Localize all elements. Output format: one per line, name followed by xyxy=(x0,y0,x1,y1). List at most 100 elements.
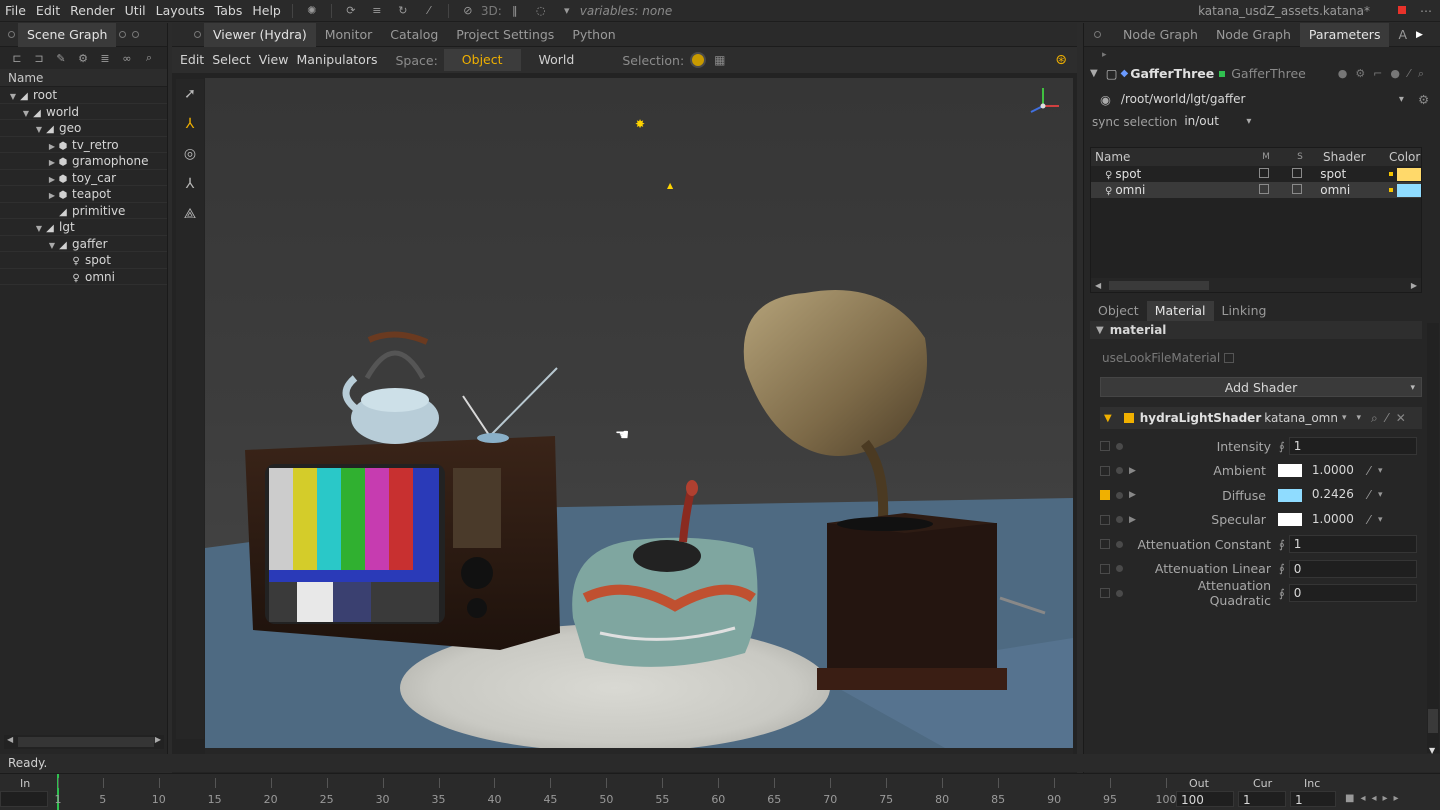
node-header-tools-icon[interactable]: ●⚙⌐●⁄⌕ xyxy=(1338,63,1432,85)
add-shader-button[interactable]: Add Shader ▾ xyxy=(1100,377,1422,397)
render-icon[interactable]: ⊘ xyxy=(459,3,477,19)
chevron-down-icon[interactable]: ▾ xyxy=(1246,111,1251,133)
tree-item-primitive[interactable]: ◢ primitive xyxy=(0,203,167,219)
menu-render[interactable]: Render xyxy=(65,0,120,22)
search-icon[interactable]: ⌕ xyxy=(138,51,160,65)
expand-arrow-icon[interactable]: ▼ xyxy=(21,106,31,123)
chevron-down-icon[interactable]: ▾ xyxy=(558,3,576,19)
mute-checkbox[interactable] xyxy=(1258,168,1269,178)
tab-node-graph-2[interactable]: Node Graph xyxy=(1207,23,1300,47)
tree-item-world[interactable]: ▼ ◢ world xyxy=(0,104,167,123)
expand-arrow-icon[interactable]: ▼ xyxy=(34,122,44,139)
expression-icon[interactable]: ∮ xyxy=(1279,562,1285,575)
param-value-field[interactable]: 1 xyxy=(1288,535,1417,554)
menu-util[interactable]: Util xyxy=(120,0,151,22)
shader-pin-icon[interactable] xyxy=(1123,413,1134,423)
scroll-left-icon[interactable]: ◀ xyxy=(7,735,13,744)
tree-item-tv-retro[interactable]: ▶ ⬢ tv_retro xyxy=(0,137,167,153)
scene-graph-name-header[interactable]: Name xyxy=(0,69,167,87)
scrollbar-thumb[interactable] xyxy=(1428,709,1438,733)
expression-icon[interactable]: ∮ xyxy=(1279,440,1285,453)
scale-tool-icon[interactable]: ⅄ xyxy=(176,169,204,199)
viewer-menu-edit[interactable]: Edit xyxy=(176,47,208,73)
expand-arrow-icon[interactable]: ▶ xyxy=(1129,490,1136,500)
expand-arrow-icon[interactable]: ▶ xyxy=(1129,515,1136,525)
scrollbar-thumb[interactable] xyxy=(1109,280,1210,290)
tab-python[interactable]: Python xyxy=(563,23,624,47)
select-tool-icon[interactable]: ➚ xyxy=(176,79,204,109)
lights-table-scrollbar[interactable]: ◀ ▶ xyxy=(1091,278,1421,292)
pencil-icon[interactable]: ⁄ xyxy=(1368,513,1370,527)
param-value-field[interactable]: 0 xyxy=(1288,584,1417,603)
pin-icon[interactable]: ▸ xyxy=(1084,47,1440,63)
param-pin-icon[interactable] xyxy=(1100,514,1110,525)
parameters-scrollbar[interactable]: ▼ xyxy=(1427,323,1439,755)
light-row-spot[interactable]: ♀ spot spot xyxy=(1091,166,1422,182)
variables-label[interactable]: variables: none xyxy=(580,4,672,18)
light-tool-icon[interactable]: ⟁ xyxy=(176,199,204,229)
viewer-menu-view[interactable]: View xyxy=(255,47,293,73)
tab-scroll-right-icon[interactable]: ▶ xyxy=(1416,30,1423,40)
tree-item-root[interactable]: ▼ ◢ root xyxy=(0,87,167,104)
light-color-swatch[interactable] xyxy=(1397,183,1422,197)
subtab-object[interactable]: Object xyxy=(1090,301,1147,321)
location-path-field[interactable]: /root/world/lgt/gaffer xyxy=(1116,91,1399,109)
teapot-model[interactable] xyxy=(342,331,439,444)
menu-edit[interactable]: Edit xyxy=(31,0,65,22)
tab-scene-graph[interactable]: Scene Graph xyxy=(18,22,117,47)
scroll-right-icon[interactable]: ▶ xyxy=(1411,281,1417,290)
tab-viewer-hydra[interactable]: Viewer (Hydra) xyxy=(204,22,316,47)
scroll-left-icon[interactable]: ◀ xyxy=(1095,281,1101,290)
solo-checkbox[interactable] xyxy=(1292,168,1303,178)
menu-help[interactable]: Help xyxy=(247,0,286,22)
expand-arrow-icon[interactable]: ▼ xyxy=(47,238,57,255)
expression-icon[interactable]: ∮ xyxy=(1279,538,1285,551)
col-solo[interactable]: S xyxy=(1283,152,1317,162)
refresh-icon[interactable]: ⟳ xyxy=(342,3,360,19)
expression-icon[interactable]: ∮ xyxy=(1279,587,1285,600)
node-name[interactable]: GafferThree xyxy=(1130,63,1214,85)
col-shader[interactable]: Shader xyxy=(1317,150,1389,164)
expand-arrow-icon[interactable]: ▼ xyxy=(34,221,44,238)
viewer-lock-icon[interactable]: ⊛ xyxy=(1055,52,1067,68)
more-icon[interactable]: ⋯ xyxy=(1420,0,1432,22)
timeline-ruler[interactable]: 1 5 10 15 20 25 30 35 40 45 50 55 60 65 70 75 80 85 90 95 10… xyxy=(50,774,1177,810)
param-value-field[interactable]: 1.0000 xyxy=(1305,461,1358,480)
node-edit-icon[interactable]: ▢ xyxy=(1106,63,1118,85)
close-icon[interactable] xyxy=(1398,6,1406,14)
scrollbar-thumb[interactable] xyxy=(18,737,154,747)
tab-node-graph-1[interactable]: Node Graph xyxy=(1114,23,1207,47)
light-shader[interactable]: omni xyxy=(1314,183,1385,197)
collapse-arrow-icon[interactable]: ▼ xyxy=(1104,413,1112,424)
playback-controls-icon[interactable]: ■◂◂▸▸ xyxy=(1345,793,1405,804)
shader-dropdown[interactable]: katana_omn xyxy=(1264,411,1338,425)
param-value-field[interactable]: 0.2426 xyxy=(1305,486,1358,505)
tab-float-icon[interactable] xyxy=(119,31,127,38)
param-color-swatch[interactable] xyxy=(1277,488,1302,502)
pencil-icon[interactable]: ⁄ xyxy=(1386,411,1388,425)
tree-item-toy-car[interactable]: ▶ ⬢ toy_car xyxy=(0,170,167,186)
col-name[interactable]: Name xyxy=(1091,150,1249,164)
translate-tool-icon[interactable]: ⅄ xyxy=(176,109,204,139)
param-pin-icon[interactable] xyxy=(1100,539,1110,550)
mute-checkbox[interactable] xyxy=(1258,184,1269,194)
param-pin-icon[interactable] xyxy=(1100,588,1110,599)
expand-icon[interactable]: ⊐ xyxy=(28,52,50,65)
pause-icon[interactable]: ‖ xyxy=(506,3,524,19)
selection-face-icon[interactable]: ▦ xyxy=(714,53,725,67)
space-world-button[interactable]: World xyxy=(521,49,593,71)
col-color[interactable]: Color xyxy=(1389,150,1420,164)
param-pin-icon[interactable] xyxy=(1100,490,1110,501)
tab-close-dot-icon[interactable] xyxy=(194,31,201,38)
viewport-3d[interactable]: ✸ ▲ ☚ xyxy=(205,78,1073,748)
menu-tabs[interactable]: Tabs xyxy=(210,0,248,22)
scroll-right-icon[interactable]: ▶ xyxy=(155,735,161,744)
viewer-menu-manipulators[interactable]: Manipulators xyxy=(292,47,381,73)
stack-icon[interactable]: ≡ xyxy=(368,3,386,19)
expand-arrow-icon[interactable]: ▼ xyxy=(8,89,18,106)
chevron-down-icon[interactable]: ▾ xyxy=(1378,490,1383,500)
light-color-swatch[interactable] xyxy=(1397,167,1422,181)
tab-close-dot-icon[interactable] xyxy=(8,31,15,38)
tab-more[interactable]: A xyxy=(1389,23,1416,47)
param-value-field[interactable]: 1.0000 xyxy=(1305,510,1358,529)
